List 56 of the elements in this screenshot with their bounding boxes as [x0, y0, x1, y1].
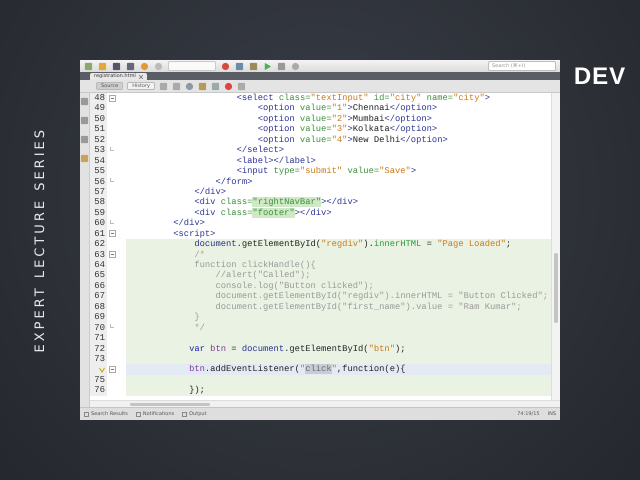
line-number: 60 — [94, 218, 105, 229]
code-line: <div class="footer"></div> — [193, 208, 333, 218]
code-line: <option value="2">Mumbai</option> — [256, 114, 433, 124]
code-line: <input type="submit" value="Save"> — [236, 166, 418, 176]
logo: DEV — [574, 63, 626, 91]
line-number: 57 — [94, 186, 105, 198]
line-number: 62 — [94, 239, 105, 250]
line-number: 72 — [94, 344, 105, 354]
line-number: 53 — [94, 145, 105, 156]
line-number: 68 — [94, 302, 105, 312]
code-line: <option value="1">Chennai</option> — [256, 103, 438, 114]
panel-icon — [182, 412, 188, 416]
code-line: </div> — [172, 218, 206, 229]
line-number: 50 — [94, 114, 105, 124]
line-number: 69 — [94, 312, 105, 323]
line-number: 58 — [94, 197, 105, 208]
line-number: 65 — [94, 270, 105, 281]
code-line: </form> — [214, 176, 254, 187]
line-number: 64 — [94, 260, 105, 270]
code-line: <script> — [172, 228, 216, 240]
line-number: 73 — [94, 354, 105, 364]
code-line: <option value="4">New Delhi</option> — [256, 134, 449, 146]
code-line: <label></label> — [236, 156, 317, 166]
code-line: <option value="3">Kolkata</option> — [256, 124, 438, 135]
close-icon[interactable] — [138, 74, 143, 78]
fold-icon[interactable] — [108, 366, 116, 374]
line-number: 56 — [94, 176, 105, 187]
code-line: <div class="rightNavBar"></div> — [193, 197, 360, 208]
line-number: 71 — [94, 333, 105, 344]
config-dropdown[interactable] — [168, 61, 216, 71]
line-number: 61 — [94, 228, 105, 240]
fold-icon[interactable] — [108, 230, 116, 238]
line-number: 59 — [94, 208, 105, 218]
line-number: 54 — [94, 156, 105, 166]
line-number: 67 — [94, 291, 105, 302]
line-number: 70 — [94, 322, 105, 334]
horizontal-scrollbar[interactable] — [90, 400, 560, 407]
fold-icon[interactable] — [108, 251, 116, 258]
hint-icon[interactable] — [99, 366, 105, 373]
line-number: 51 — [94, 124, 105, 135]
line-number: 66 — [94, 280, 105, 292]
line-number: 76 — [94, 385, 105, 396]
fold-icon[interactable] — [108, 94, 116, 102]
line-number: 48 — [94, 93, 105, 104]
line-number: 49 — [94, 103, 105, 114]
code-line: </select> — [236, 145, 286, 156]
vertical-scrollbar[interactable] — [551, 93, 560, 400]
series-title: EXPERT LECTURE SERIES — [32, 127, 48, 353]
line-number: 75 — [94, 374, 105, 386]
line-number: 63 — [94, 250, 105, 260]
panel-icon — [136, 412, 141, 416]
panel-icon — [84, 412, 89, 416]
code-line: </div> — [193, 186, 228, 198]
line-number: 55 — [94, 166, 105, 177]
line-number: 52 — [94, 134, 105, 146]
code-line: <select class="textInput" id="city" name="city"> — [236, 93, 492, 104]
